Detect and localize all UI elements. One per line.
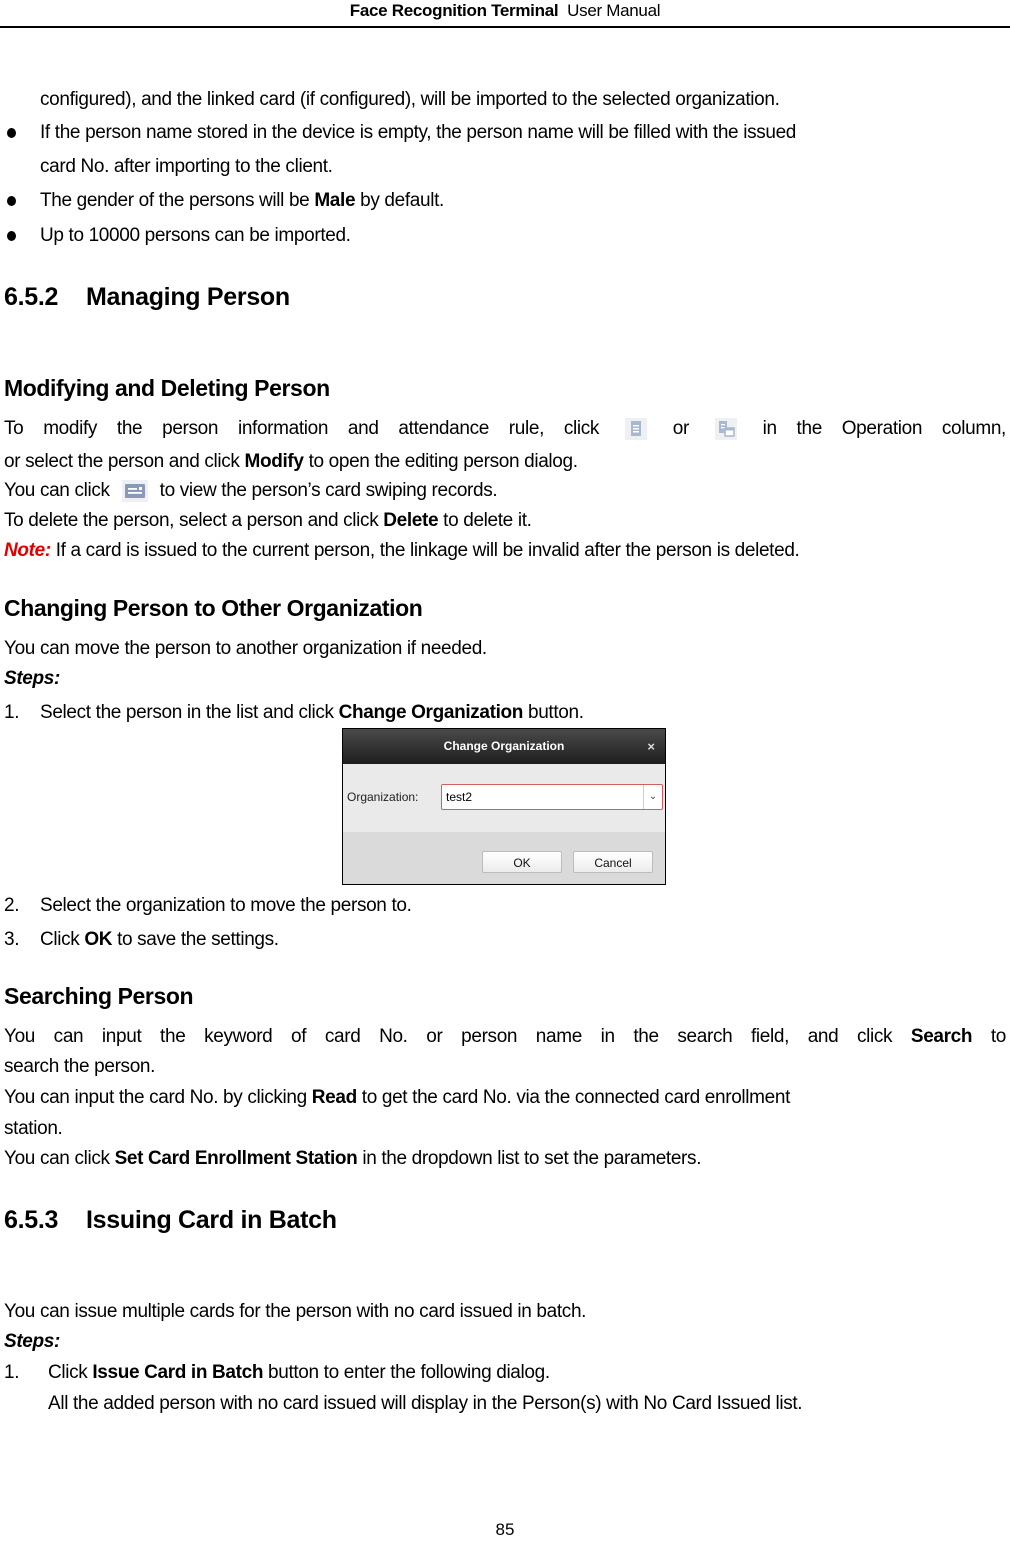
bold-text: Search [910,1026,973,1047]
dialog-title-bar: Change Organization × [343,729,665,764]
header-subtitle: User Manual [567,1,661,20]
paragraph-search: You can input the keyword of card No. or… [4,1025,1006,1049]
text: You can input the card No. by clicking [4,1087,312,1108]
bullet-icon [7,128,16,138]
text: to delete it. [438,510,532,531]
text: or [672,418,690,439]
text: To modify the person information and att… [4,418,600,439]
text: The gender of the persons will be [40,190,315,211]
organization-select[interactable]: test2 ⌄ [441,784,663,810]
subheading-change-organization: Changing Person to Other Organization [4,595,423,621]
paragraph-change-org: You can move the person to another organ… [4,638,487,659]
bold-text: Male [314,190,356,211]
header-divider [0,26,1010,28]
section-heading-6-5-3: 6.5.3 Issuing Card in Batch [4,1206,337,1235]
text: You can input the keyword of card No. or… [4,1026,893,1047]
section-number: 6.5.3 [4,1206,59,1234]
section-title: Managing Person [86,283,290,311]
text: You can click [4,480,110,501]
section-heading-6-5-2: 6.5.2 Managing Person [4,283,290,312]
steps-label: Steps: [4,1331,60,1352]
text: button to enter the following dialog. [263,1362,550,1383]
text: Click [48,1362,93,1383]
attendance-rule-icon [714,417,737,440]
header-title: Face Recognition Terminal [349,1,559,20]
bold-text: Change Organization [338,702,524,723]
dialog-title: Change Organization [443,739,565,753]
bold-text: Issue Card in Batch [92,1362,264,1383]
dialog-footer: OK Cancel [343,832,665,884]
text: in the Operation column, [762,418,1007,439]
text: by default. [355,190,444,211]
dialog-body: Organization: test2 ⌄ [343,764,665,832]
bold-text: Delete [383,510,439,531]
bullet-item-1-line2: card No. after importing to the client. [40,156,333,177]
step-1-detail: All the added person with no card issued… [48,1393,803,1414]
page-number: 85 [495,1520,515,1539]
text: to get the card No. via the connected ca… [356,1087,791,1108]
paragraph-enrollment: You can click Set Card Enrollment Statio… [4,1147,701,1171]
note-text: If a card is issued to the current perso… [50,540,800,561]
text: To delete the person, select a person an… [4,510,384,531]
page-header: Face Recognition Terminal User Manual [0,0,1010,26]
text: Select the organization to move the pers… [40,895,412,916]
step-number: 1. [4,702,20,723]
text: You can click [4,1148,115,1169]
text: to open the editing person dialog. [303,451,578,472]
paragraph-read: You can input the card No. by clicking R… [4,1086,790,1110]
organization-select-value: test2 [446,790,473,804]
subheading-modify-delete: Modifying and Deleting Person [4,375,330,401]
step-number: 3. [4,929,20,950]
bullet-item-3: Up to 10000 persons can be imported. [40,225,351,246]
ok-button[interactable]: OK [482,851,562,873]
organization-label: Organization: [347,790,419,804]
step-1: 1. Select the person in the list and clic… [4,701,584,725]
text: Select the person in the list and click [40,702,339,723]
text: Click [40,929,85,950]
bold-text: Modify [244,451,304,472]
paragraph-modify: To modify the person information and att… [4,417,1006,441]
bullet-item-2: The gender of the persons will be Male b… [40,189,444,213]
text: or select the person and click [4,451,245,472]
paragraph-delete: To delete the person, select a person an… [4,509,532,533]
paragraph-continuation: configured), and the linked card (if con… [40,89,780,110]
cancel-button[interactable]: Cancel [573,851,653,873]
section-number: 6.5.2 [4,283,59,311]
bullet-item-1-line1: If the person name stored in the device … [40,122,797,143]
paragraph-modify-line2: or select the person and click Modify to… [4,450,578,474]
step-2: 2. Select the organization to move the pe… [4,894,412,918]
text: to [990,1026,1007,1047]
bold-text: OK [84,929,113,950]
text: to save the settings. [112,929,279,950]
subheading-searching-person: Searching Person [4,983,194,1009]
steps-label: Steps: [4,668,60,689]
step-3: 3. Click OK to save the settings. [4,928,279,952]
manual-page: Face Recognition Terminal User Manual co… [0,0,1010,1541]
text: to view the person’s card swiping record… [159,480,498,501]
chevron-down-icon[interactable]: ⌄ [643,785,662,809]
paragraph-search-line2: search the person. [4,1056,156,1077]
bold-text: Read [311,1087,357,1108]
card-record-icon [121,479,148,502]
step-number: 1. [4,1362,20,1383]
section-title: Issuing Card in Batch [86,1206,337,1234]
bullet-icon [7,196,16,206]
note: Note: If a card is issued to the current… [4,539,800,563]
paragraph-card-records: You can click to view the person’s card s… [4,479,498,503]
step-1: 1. Click Issue Card in Batch button to en… [4,1361,550,1385]
bold-text: Set Card Enrollment Station [114,1148,358,1169]
step-number: 2. [4,895,20,916]
paragraph-issuing: You can issue multiple cards for the per… [4,1301,587,1322]
paragraph-read-line2: station. [4,1118,63,1139]
change-organization-dialog: Change Organization × Organization: test… [342,728,666,885]
edit-document-icon [624,417,647,440]
close-icon[interactable]: × [647,729,655,764]
text: in the dropdown list to set the paramete… [357,1148,702,1169]
text: button. [523,702,584,723]
note-label: Note: [4,540,51,561]
bullet-icon [7,231,16,241]
